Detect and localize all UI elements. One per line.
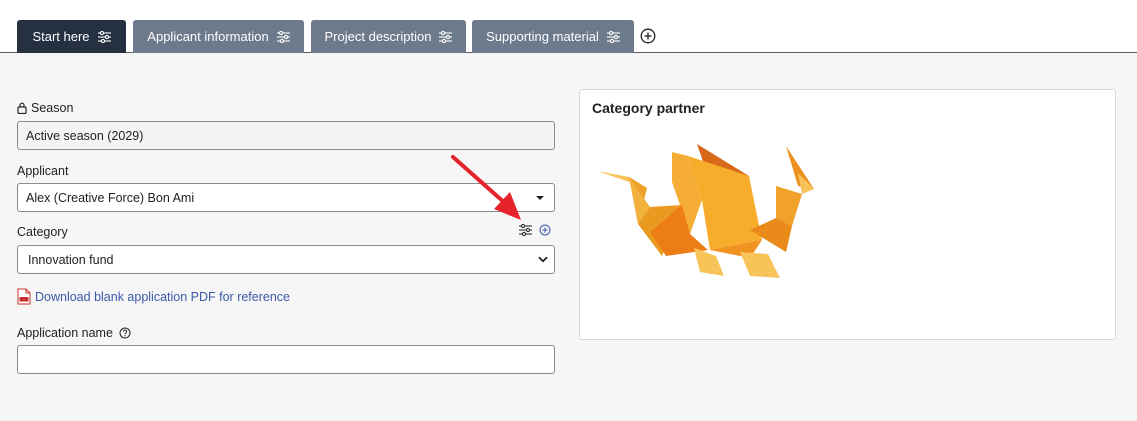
season-label-row: Season [17, 101, 73, 115]
season-label: Season [31, 101, 74, 115]
pdf-download-link[interactable]: Download blank application PDF for refer… [35, 290, 290, 304]
sliders-icon [439, 30, 453, 43]
sliders-icon [276, 30, 290, 43]
tab-label: Project description [324, 29, 432, 44]
tab-label: Start here [32, 29, 90, 44]
category-value: Innovation fund [28, 252, 114, 267]
category-select[interactable]: Innovation fund [17, 245, 555, 274]
tab-bar: Start here Applicant information Project… [0, 0, 1137, 53]
application-name-label-row: Application name [17, 326, 131, 340]
category-label: Category [17, 225, 68, 239]
application-name-label: Application name [17, 326, 113, 340]
caret-down-icon [536, 195, 544, 200]
add-circle-icon[interactable] [539, 224, 551, 236]
applicant-label-row: Applicant [17, 164, 68, 178]
sliders-icon [97, 30, 111, 43]
tab-label: Supporting material [486, 29, 599, 44]
plus-circle-icon[interactable] [640, 28, 656, 44]
category-partner-panel: Category partner [579, 89, 1116, 340]
tab-label: Applicant information [147, 29, 269, 44]
tab-applicant-information[interactable]: Applicant information [133, 20, 304, 53]
tab-project-description[interactable]: Project description [311, 20, 466, 53]
pdf-download-row: Download blank application PDF for refer… [17, 288, 290, 305]
chevron-down-icon [538, 256, 548, 263]
tab-start-here[interactable]: Start here [17, 20, 126, 53]
lock-icon [17, 102, 27, 114]
tab-supporting-material[interactable]: Supporting material [472, 20, 634, 53]
season-value: Active season (2029) [26, 128, 144, 143]
season-field: Active season (2029) [17, 121, 555, 150]
origami-dragon-logo [597, 144, 814, 278]
application-name-input[interactable] [18, 346, 554, 373]
annotation-arrow-icon [451, 155, 521, 220]
category-label-row: Category [17, 225, 68, 239]
applicant-label: Applicant [17, 164, 69, 178]
help-icon[interactable] [119, 327, 131, 339]
partner-title: Category partner [592, 100, 705, 116]
application-name-field[interactable] [17, 345, 555, 374]
pdf-file-icon [17, 288, 31, 305]
sliders-icon [606, 30, 620, 43]
